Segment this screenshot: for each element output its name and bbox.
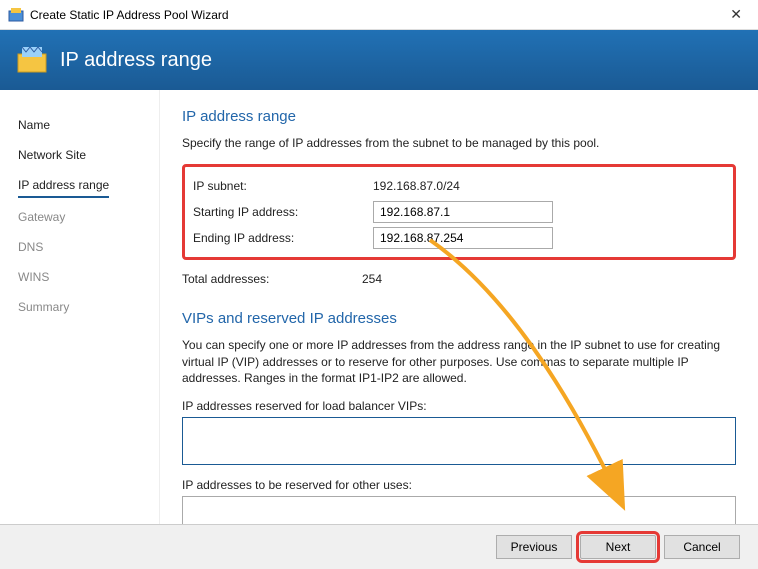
total-addresses-label: Total addresses: xyxy=(182,272,362,286)
wizard-icon xyxy=(16,44,48,76)
ending-ip-input[interactable] xyxy=(373,227,553,249)
main-panel: IP address range Specify the range of IP… xyxy=(160,90,758,524)
section-heading-vips: VIPs and reserved IP addresses xyxy=(182,310,736,327)
next-button[interactable]: Next xyxy=(580,535,656,559)
starting-ip-input[interactable] xyxy=(373,201,553,223)
vips-description: You can specify one or more IP addresses… xyxy=(182,337,736,387)
previous-button[interactable]: Previous xyxy=(496,535,572,559)
total-addresses-value: 254 xyxy=(362,272,382,286)
banner-title: IP address range xyxy=(60,49,212,72)
vips-textarea[interactable] xyxy=(182,417,736,465)
ip-subnet-value: 192.168.87.0/24 xyxy=(373,179,460,193)
title-bar: Create Static IP Address Pool Wizard ✕ xyxy=(0,0,758,30)
close-icon[interactable]: ✕ xyxy=(722,2,750,27)
app-icon xyxy=(8,7,24,23)
other-reserved-label: IP addresses to be reserved for other us… xyxy=(182,478,736,492)
window-title: Create Static IP Address Pool Wizard xyxy=(30,8,722,22)
highlight-annotation-box: IP subnet: 192.168.87.0/24 Starting IP a… xyxy=(182,164,736,260)
cancel-button[interactable]: Cancel xyxy=(664,535,740,559)
sidebar-item-gateway[interactable]: Gateway xyxy=(18,202,159,232)
sidebar-item-name[interactable]: Name xyxy=(18,110,159,140)
banner: IP address range xyxy=(0,30,758,90)
sidebar-item-ip-address-range[interactable]: IP address range xyxy=(18,170,109,198)
starting-ip-label: Starting IP address: xyxy=(193,205,373,219)
sidebar-item-wins[interactable]: WINS xyxy=(18,262,159,292)
range-description: Specify the range of IP addresses from t… xyxy=(182,135,736,152)
ip-subnet-label: IP subnet: xyxy=(193,179,373,193)
vips-field-label: IP addresses reserved for load balancer … xyxy=(182,399,736,413)
wizard-footer: Previous Next Cancel xyxy=(0,524,758,569)
sidebar-item-network-site[interactable]: Network Site xyxy=(18,140,159,170)
section-heading-range: IP address range xyxy=(182,108,736,125)
sidebar-item-summary[interactable]: Summary xyxy=(18,292,159,322)
wizard-steps-sidebar: Name Network Site IP address range Gatew… xyxy=(0,90,160,524)
sidebar-item-dns[interactable]: DNS xyxy=(18,232,159,262)
ending-ip-label: Ending IP address: xyxy=(193,231,373,245)
